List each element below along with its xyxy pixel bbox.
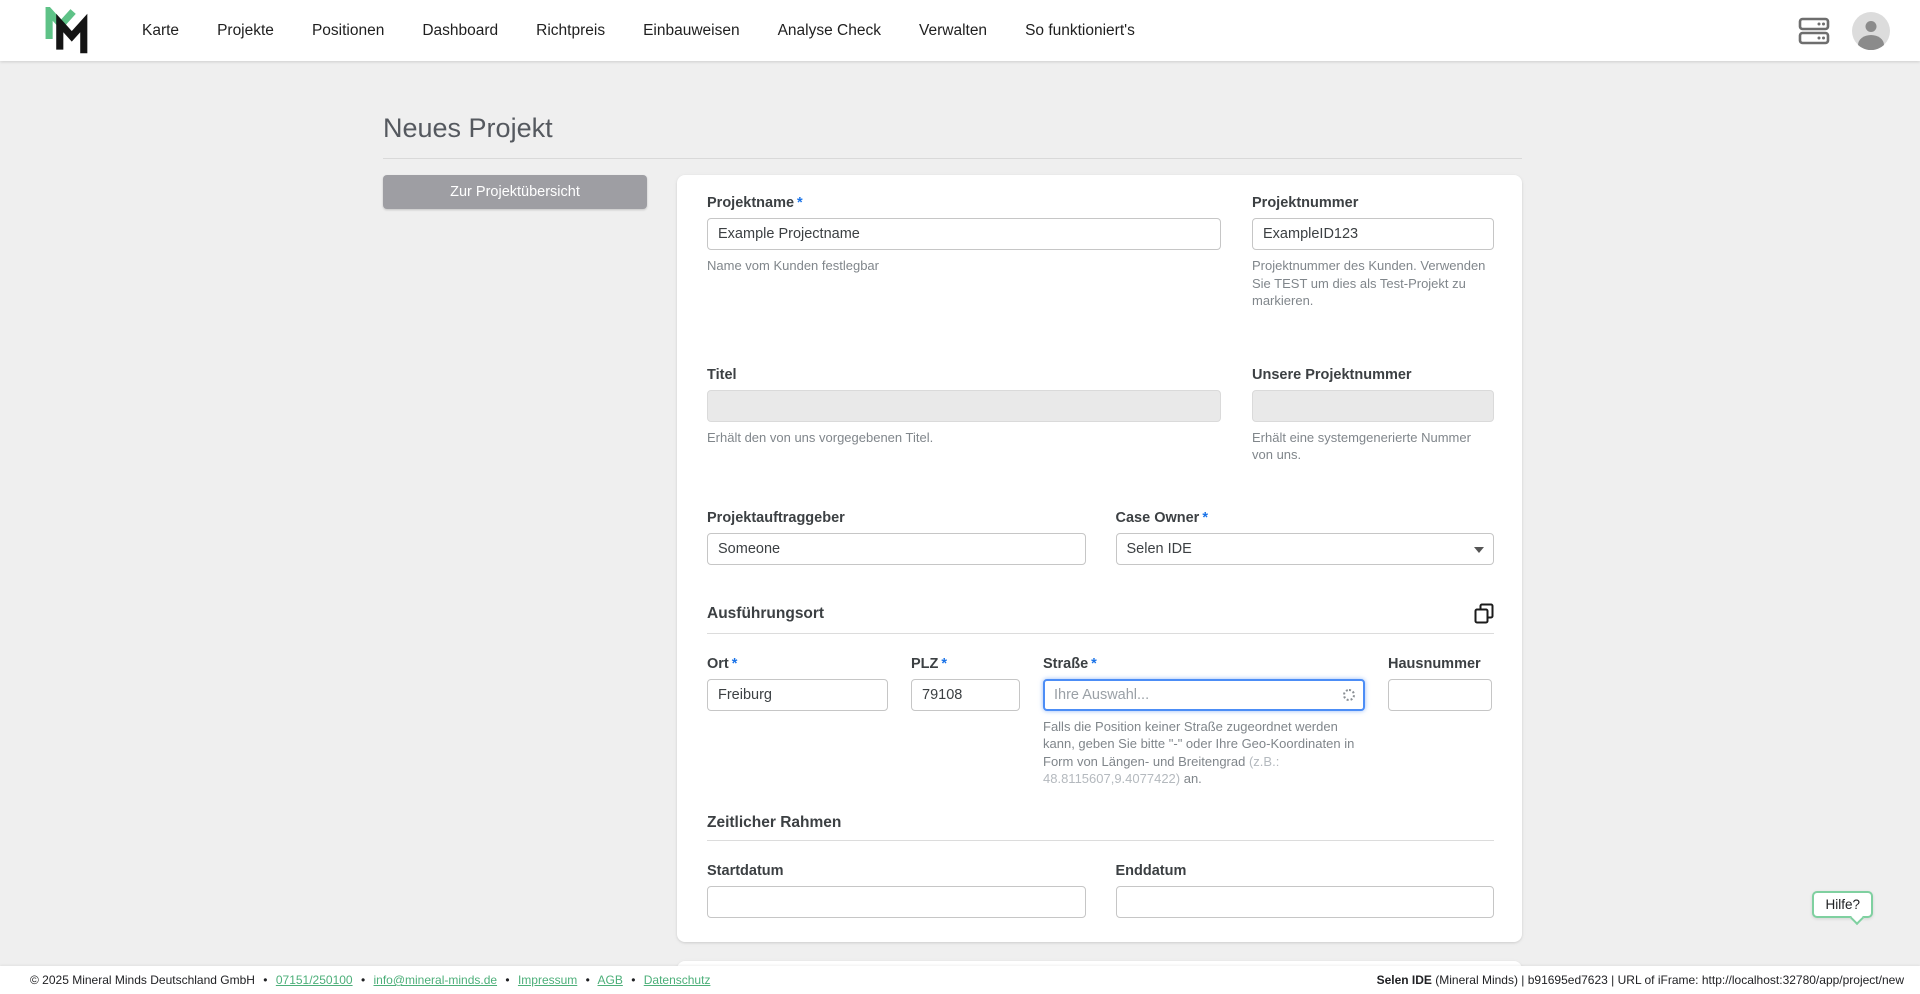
section-zeitlicher-rahmen: Zeitlicher Rahmen xyxy=(707,814,1494,832)
required-asterisk: * xyxy=(732,656,738,672)
required-asterisk: * xyxy=(797,195,803,211)
nav-item-so-funktionierts[interactable]: So funktioniert's xyxy=(1025,22,1135,40)
footer-session-info: Selen IDE (Mineral Minds) | b91695ed7623… xyxy=(1377,973,1904,987)
footer-link-email[interactable]: info@mineral-minds.de xyxy=(373,973,497,987)
case-owner-select[interactable]: Selen IDE xyxy=(1116,533,1495,565)
projektauftraggeber-label: Projektauftraggeber xyxy=(707,510,1086,526)
titel-helper: Erhält den von uns vorgegebenen Titel. xyxy=(707,429,1221,447)
strasse-input[interactable] xyxy=(1043,679,1365,711)
footer-left: © 2025 Mineral Minds Deutschland GmbH • … xyxy=(30,973,710,987)
user-avatar-icon[interactable] xyxy=(1852,12,1890,50)
required-asterisk: * xyxy=(1202,510,1208,526)
projektnummer-label: Projektnummer xyxy=(1252,195,1494,211)
help-button-label: Hilfe? xyxy=(1825,897,1860,912)
nav-item-verwalten[interactable]: Verwalten xyxy=(919,22,987,40)
hausnummer-input[interactable] xyxy=(1388,679,1492,711)
section-ausfuehrungsort: Ausführungsort xyxy=(707,603,1494,625)
unsere-projektnummer-label: Unsere Projektnummer xyxy=(1252,367,1494,383)
startdatum-input[interactable] xyxy=(707,886,1086,918)
projektname-label: Projektname* xyxy=(707,195,1221,211)
top-navigation-bar: Karte Projekte Positionen Dashboard Rich… xyxy=(0,0,1920,61)
footer-separator: • xyxy=(505,973,509,987)
enddatum-label: Enddatum xyxy=(1116,863,1495,879)
nav-item-analyse-check[interactable]: Analyse Check xyxy=(778,22,881,40)
startdatum-label: Startdatum xyxy=(707,863,1086,879)
plz-input[interactable] xyxy=(911,679,1020,711)
nav-item-dashboard[interactable]: Dashboard xyxy=(422,22,498,40)
footer-separator: • xyxy=(586,973,590,987)
projektname-helper: Name vom Kunden festlegbar xyxy=(707,257,1221,275)
case-owner-value: Selen IDE xyxy=(1127,541,1192,557)
project-form-card: Projektname* Name vom Kunden festlegbar … xyxy=(677,175,1522,942)
nav-item-richtpreis[interactable]: Richtpreis xyxy=(536,22,605,40)
required-asterisk: * xyxy=(941,656,947,672)
nav-item-positionen[interactable]: Positionen xyxy=(312,22,384,40)
hausnummer-label: Hausnummer xyxy=(1388,656,1492,672)
main-nav: Karte Projekte Positionen Dashboard Rich… xyxy=(142,22,1135,40)
chevron-down-icon xyxy=(1474,547,1484,553)
footer-separator: • xyxy=(263,973,267,987)
section-divider xyxy=(707,633,1494,634)
nav-item-karte[interactable]: Karte xyxy=(142,22,179,40)
footer-separator: • xyxy=(361,973,365,987)
projektnummer-input[interactable] xyxy=(1252,218,1494,250)
footer-user-name: Selen IDE xyxy=(1377,973,1432,987)
main-content-area: Neues Projekt Zur Projektübersicht Proje… xyxy=(0,61,1920,966)
unsere-projektnummer-helper: Erhält eine systemgenerierte Nummer von … xyxy=(1252,429,1494,464)
titel-input xyxy=(707,390,1221,422)
projektauftraggeber-input[interactable] xyxy=(707,533,1086,565)
titel-label: Titel xyxy=(707,367,1221,383)
project-overview-button[interactable]: Zur Projektübersicht xyxy=(383,175,647,209)
enddatum-input[interactable] xyxy=(1116,886,1495,918)
case-owner-label: Case Owner* xyxy=(1116,510,1495,526)
footer-link-datenschutz[interactable]: Datenschutz xyxy=(644,973,711,987)
footer-link-agb[interactable]: AGB xyxy=(598,973,623,987)
strasse-label: Straße* xyxy=(1043,656,1365,672)
required-asterisk: * xyxy=(1091,656,1097,672)
section-divider xyxy=(707,840,1494,841)
footer-separator: • xyxy=(631,973,635,987)
plz-label: PLZ* xyxy=(911,656,1020,672)
projektname-input[interactable] xyxy=(707,218,1221,250)
unsere-projektnummer-input xyxy=(1252,390,1494,422)
ort-input[interactable] xyxy=(707,679,888,711)
footer-bar: © 2025 Mineral Minds Deutschland GmbH • … xyxy=(0,966,1920,994)
title-divider xyxy=(383,158,1522,159)
ort-label: Ort* xyxy=(707,656,888,672)
help-button[interactable]: Hilfe? xyxy=(1812,891,1873,918)
footer-link-phone[interactable]: 07151/250100 xyxy=(276,973,353,987)
nav-item-projekte[interactable]: Projekte xyxy=(217,22,274,40)
topbar-right-icons xyxy=(1798,12,1890,50)
server-stack-icon[interactable] xyxy=(1798,15,1832,47)
copy-icon[interactable] xyxy=(1474,603,1494,625)
strasse-helper: Falls die Position keiner Straße zugeord… xyxy=(1043,718,1365,788)
page-title: Neues Projekt xyxy=(383,113,1522,144)
footer-link-impressum[interactable]: Impressum xyxy=(518,973,577,987)
mineral-minds-logo-icon[interactable] xyxy=(44,5,92,57)
copyright-text: © 2025 Mineral Minds Deutschland GmbH xyxy=(30,973,255,987)
projektnummer-helper: Projektnummer des Kunden. Verwenden Sie … xyxy=(1252,257,1494,310)
loading-spinner-icon xyxy=(1343,689,1355,701)
nav-item-einbauweisen[interactable]: Einbauweisen xyxy=(643,22,740,40)
footer-session-details: (Mineral Minds) | b91695ed7623 | URL of … xyxy=(1432,973,1904,987)
